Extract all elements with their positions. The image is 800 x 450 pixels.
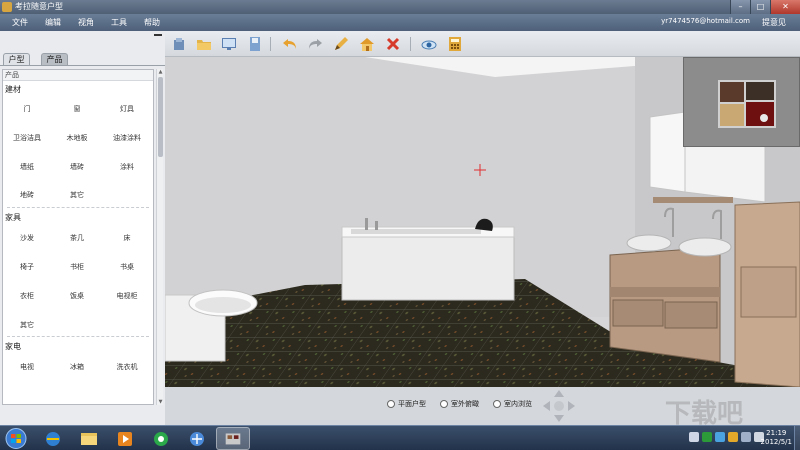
360-browser-icon[interactable] (144, 427, 178, 450)
tab-floorplan[interactable]: 户型 (3, 53, 30, 65)
scroll-thumb[interactable] (158, 77, 163, 157)
menu-tools[interactable]: 工具 (111, 17, 127, 28)
list-scrollbar[interactable]: ▲ ▼ (156, 69, 163, 405)
show-desktop-button[interactable] (794, 426, 800, 450)
menu-edit[interactable]: 编辑 (45, 17, 61, 28)
user-account[interactable]: yr7474576@hotmail.com (661, 17, 750, 25)
media-player-icon[interactable] (108, 427, 142, 450)
menu-view[interactable]: 视角 (78, 17, 94, 28)
radio-circle[interactable] (493, 400, 501, 408)
category-item[interactable]: 沙发 (4, 233, 50, 243)
tray-app-icon[interactable] (728, 432, 738, 442)
menu-file[interactable]: 文件 (12, 17, 28, 28)
category-item[interactable]: 卫浴洁具 (4, 133, 50, 143)
app-icon (2, 2, 12, 12)
time: 21:19 (766, 429, 787, 437)
category-item[interactable]: 洗衣机 (104, 362, 150, 372)
maximize-button[interactable]: □ (750, 0, 770, 14)
date: 2012/5/1 (760, 438, 792, 446)
category-item[interactable]: 其它 (54, 190, 100, 200)
category-item[interactable]: 灯具 (104, 104, 150, 114)
radio-interior[interactable]: 室内浏览 (493, 399, 532, 409)
category-item[interactable]: 电视 (4, 362, 50, 372)
view-mode-bar: 平面户型 室外俯瞰 室内浏览 下载吧 (165, 387, 800, 429)
category-item[interactable]: 书柜 (54, 262, 100, 272)
home-icon[interactable] (359, 36, 375, 52)
open-folder-icon[interactable] (196, 36, 212, 52)
radio-exterior[interactable]: 室外俯瞰 (440, 399, 479, 409)
radio-circle[interactable] (387, 400, 395, 408)
start-button-icon[interactable] (2, 427, 30, 450)
category-item[interactable]: 冰箱 (54, 362, 100, 372)
category-item[interactable]: 涂料 (104, 162, 150, 172)
save-icon[interactable] (247, 36, 263, 52)
category-item[interactable]: 油漆涂料 (104, 133, 150, 143)
category-item[interactable]: 椅子 (4, 262, 50, 272)
menu-help[interactable]: 帮助 (144, 17, 160, 28)
divider (7, 207, 149, 208)
ie-icon[interactable] (36, 427, 70, 450)
radio-label: 室外俯瞰 (451, 400, 479, 408)
radio-label: 室内浏览 (504, 400, 532, 408)
pen-icon[interactable] (333, 36, 349, 52)
tray-network-icon[interactable] (741, 432, 751, 442)
feedback-link[interactable]: 提意见 (762, 17, 786, 28)
system-tray (689, 432, 764, 442)
minimize-button[interactable]: – (730, 0, 750, 14)
tray-flag-icon[interactable] (689, 432, 699, 442)
radio-floorplan[interactable]: 平面户型 (387, 399, 426, 409)
category-item[interactable]: 木地板 (54, 133, 100, 143)
undo-icon[interactable] (282, 36, 298, 52)
redo-icon[interactable] (307, 36, 323, 52)
view-eye-icon[interactable] (421, 36, 437, 52)
floorplan-app-icon[interactable] (216, 427, 250, 450)
navigation-pad-icon[interactable] (542, 389, 576, 423)
explorer-icon[interactable] (72, 427, 106, 450)
category-item[interactable]: 电视柜 (104, 291, 150, 301)
group-title: 建材 (5, 85, 21, 94)
window-title: 考拉随意户型 (15, 2, 63, 11)
radio-label: 平面户型 (398, 400, 426, 408)
display-icon[interactable] (221, 36, 237, 52)
group-title: 家电 (5, 342, 21, 351)
taskbar: 21:19 2012/5/1 (0, 425, 800, 450)
new-file-icon[interactable] (171, 36, 187, 52)
divider (7, 336, 149, 337)
title-bar: 考拉随意户型 – □ ✕ (0, 0, 800, 14)
menu-bar: 文件 编辑 视角 工具 帮助 yr7474576@hotmail.com 提意见 (0, 14, 800, 31)
toolbar-separator (270, 37, 271, 51)
list-header: 产品 (3, 70, 153, 81)
category-item[interactable]: 门 (4, 104, 50, 114)
network-icon[interactable] (180, 427, 214, 450)
category-item[interactable]: 衣柜 (4, 291, 50, 301)
radio-circle[interactable] (440, 400, 448, 408)
group-title: 家具 (5, 213, 21, 222)
delete-icon[interactable] (385, 36, 401, 52)
category-item[interactable]: 饭桌 (54, 291, 100, 301)
calculator-icon[interactable] (447, 36, 463, 52)
scroll-down-icon[interactable]: ▼ (157, 399, 164, 405)
panel-collapse-button[interactable] (154, 34, 162, 36)
category-item[interactable]: 书桌 (104, 262, 150, 272)
toolbar (165, 31, 800, 57)
toolbar-separator (410, 37, 411, 51)
close-button[interactable]: ✕ (770, 0, 800, 14)
tab-divider (0, 65, 165, 66)
tray-app-icon[interactable] (715, 432, 725, 442)
category-item[interactable]: 墙砖 (54, 162, 100, 172)
product-list: 产品 建材 门 窗 灯具 卫浴洁具 木地板 油漆涂料 墙纸 墙砖 涂料 地砖 其… (2, 69, 154, 405)
category-item[interactable]: 窗 (54, 104, 100, 114)
category-item[interactable]: 床 (104, 233, 150, 243)
category-item[interactable]: 墙纸 (4, 162, 50, 172)
floorplan-thumbnail (718, 80, 776, 128)
tray-security-icon[interactable] (702, 432, 712, 442)
category-item[interactable]: 地砖 (4, 190, 50, 200)
product-panel: 户型 产品 产品 建材 门 窗 灯具 卫浴洁具 木地板 油漆涂料 墙纸 墙砖 涂… (0, 31, 165, 425)
category-item[interactable]: 其它 (4, 320, 50, 330)
category-item[interactable]: 茶几 (54, 233, 100, 243)
clock[interactable]: 21:19 2012/5/1 (761, 429, 792, 447)
minimap[interactable] (683, 57, 800, 147)
scroll-up-icon[interactable]: ▲ (157, 69, 164, 75)
